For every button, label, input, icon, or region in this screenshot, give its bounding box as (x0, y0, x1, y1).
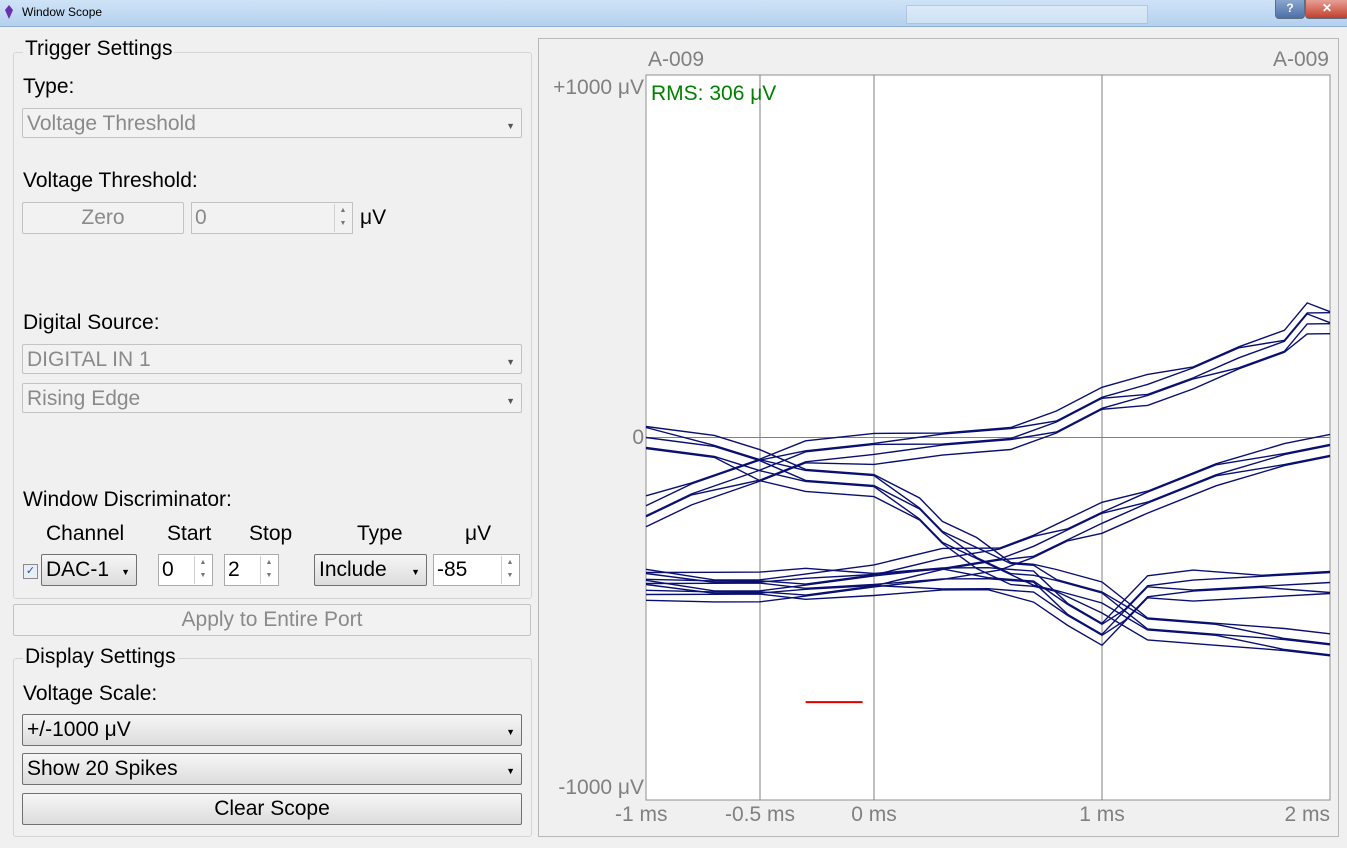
scope-panel: A-009 A-009 RMS: 306 μV +1000 μV 0 -1000… (538, 38, 1339, 837)
x-tick-label: 1 ms (1079, 803, 1125, 826)
chevron-down-icon: ▼ (506, 121, 515, 131)
header-uv: μV (465, 522, 492, 545)
chevron-down-icon: ▼ (506, 727, 515, 737)
zero-button[interactable]: Zero (22, 202, 184, 234)
start-spinbox[interactable]: 0 ▲ ▼ (158, 554, 213, 586)
window-discriminator-label: Window Discriminator: (23, 488, 232, 511)
voltage-scale-select[interactable]: +/-1000 μV ▼ (22, 714, 522, 746)
header-type: Type (357, 522, 403, 545)
trigger-type-value: Voltage Threshold (27, 112, 196, 135)
background-window-ghost (906, 5, 1148, 24)
threshold-value: 0 (195, 206, 207, 229)
apply-to-entire-port-button[interactable]: Apply to Entire Port (13, 604, 531, 636)
x-tick-label: -0.5 ms (725, 803, 795, 826)
y-axis-top-label: +1000 μV (553, 76, 644, 99)
edge-value: Rising Edge (27, 387, 141, 410)
uv-value: -85 (437, 558, 468, 581)
x-tick-label: 0 ms (851, 803, 897, 826)
title-bar: Window Scope ? ✕ (0, 0, 1347, 27)
header-stop: Stop (249, 522, 293, 545)
channel-value: DAC-1 (46, 558, 110, 581)
channel-select[interactable]: DAC-1 ▼ (41, 554, 137, 586)
channel-label-left: A-009 (648, 48, 704, 71)
stop-value: 2 (228, 558, 240, 581)
chevron-down-icon: ▼ (506, 396, 515, 406)
digital-source-value: DIGITAL IN 1 (27, 348, 151, 371)
x-tick-label: -1 ms (615, 803, 668, 826)
app-icon (5, 5, 13, 19)
voltage-threshold-label: Voltage Threshold: (23, 169, 198, 192)
help-button[interactable]: ? (1275, 0, 1305, 19)
voltage-scale-label: Voltage Scale: (23, 682, 158, 705)
x-tick-label: 2 ms (1284, 803, 1330, 826)
edge-select[interactable]: Rising Edge ▼ (22, 383, 522, 413)
spin-arrows-icon[interactable]: ▲ ▼ (260, 556, 277, 584)
trigger-settings-title: Trigger Settings (23, 37, 175, 61)
trigger-type-select[interactable]: Voltage Threshold ▼ (22, 108, 522, 138)
chevron-down-icon: ▼ (506, 766, 515, 776)
header-channel: Channel (46, 522, 125, 545)
discriminator-enable-checkbox[interactable]: ✓ (23, 564, 38, 579)
start-value: 0 (162, 558, 174, 581)
spikes-select[interactable]: Show 20 Spikes ▼ (22, 753, 522, 785)
y-axis-bottom-label: -1000 μV (558, 776, 644, 799)
display-settings-title: Display Settings (23, 645, 178, 669)
threshold-unit: μV (360, 206, 387, 229)
voltage-scale-value: +/-1000 μV (27, 718, 131, 741)
stop-spinbox[interactable]: 2 ▲ ▼ (224, 554, 279, 586)
rms-readout: RMS: 306 μV (651, 82, 776, 105)
spikes-value: Show 20 Spikes (27, 757, 178, 780)
close-button[interactable]: ✕ (1305, 0, 1347, 19)
threshold-spinbox[interactable]: 0 ▲ ▼ (191, 202, 353, 234)
spin-arrows-icon[interactable]: ▲ ▼ (501, 556, 518, 584)
channel-label-right: A-009 (1273, 48, 1329, 71)
type-label: Type: (23, 75, 75, 98)
chevron-down-icon: ▼ (121, 567, 130, 577)
type-value: Include (319, 558, 387, 581)
type-select[interactable]: Include ▼ (314, 554, 427, 586)
chevron-down-icon: ▼ (506, 357, 515, 367)
header-start: Start (167, 522, 212, 545)
spin-arrows-icon[interactable]: ▲ ▼ (194, 556, 211, 584)
scope-plot[interactable]: A-009 A-009 RMS: 306 μV +1000 μV 0 -1000… (539, 39, 1338, 836)
clear-scope-button[interactable]: Clear Scope (22, 793, 522, 825)
spin-arrows-icon[interactable]: ▲ ▼ (334, 204, 351, 232)
uv-spinbox[interactable]: -85 ▲ ▼ (433, 554, 520, 586)
y-axis-zero-label: 0 (632, 426, 644, 449)
digital-source-label: Digital Source: (23, 311, 160, 334)
chevron-down-icon: ▼ (411, 567, 420, 577)
digital-source-select[interactable]: DIGITAL IN 1 ▼ (22, 344, 522, 374)
window-title: Window Scope (22, 5, 103, 19)
